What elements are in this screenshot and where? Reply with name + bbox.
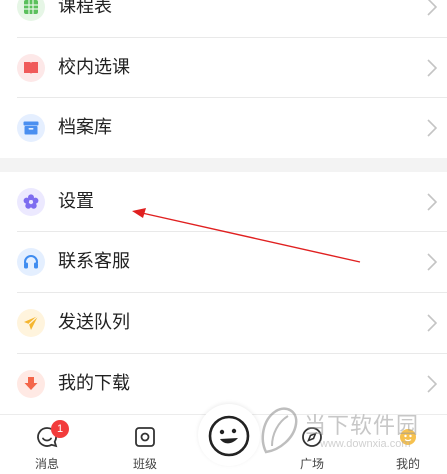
menu-item-customer-service[interactable]: 联系客服 bbox=[0, 232, 447, 292]
menu-item-label: 联系客服 bbox=[58, 251, 130, 272]
menu-item-label: 校内选课 bbox=[58, 57, 130, 78]
archive-box-icon bbox=[17, 114, 45, 142]
calendar-grid-icon bbox=[17, 0, 45, 21]
watermark-url: www.downxia.com bbox=[320, 438, 411, 450]
chevron-right-icon bbox=[427, 193, 437, 211]
menu-item-settings[interactable]: 设置 bbox=[0, 172, 447, 232]
chevron-right-icon bbox=[427, 253, 437, 271]
menu-item-send-queue[interactable]: 发送队列 bbox=[0, 293, 447, 353]
tab-label: 消息 bbox=[34, 457, 59, 471]
flower-gear-icon bbox=[17, 188, 45, 216]
menu-item-label: 设置 bbox=[58, 191, 94, 212]
watermark-title: 当下软件园 bbox=[304, 414, 420, 439]
chevron-right-icon bbox=[427, 314, 437, 332]
class-square-icon bbox=[135, 427, 155, 447]
menu-item-archive[interactable]: 档案库 bbox=[0, 98, 447, 158]
menu-item-label: 档案库 bbox=[58, 117, 112, 138]
download-icon bbox=[17, 370, 45, 398]
open-book-icon bbox=[17, 54, 45, 82]
watermark: 当下软件园 www.downxia.com bbox=[258, 404, 447, 464]
menu-item-label: 我的下载 bbox=[58, 373, 130, 394]
paper-plane-icon bbox=[17, 309, 45, 337]
chevron-right-icon bbox=[427, 59, 437, 77]
tab-messages[interactable]: 1 消息 bbox=[17, 415, 77, 474]
smiley-center-icon bbox=[208, 415, 250, 457]
section-gap bbox=[0, 158, 447, 172]
tab-class[interactable]: 班级 bbox=[115, 415, 175, 474]
menu-item-schedule[interactable]: 课程表 bbox=[0, 0, 447, 37]
headset-icon bbox=[17, 248, 45, 276]
unread-badge: 1 bbox=[51, 420, 69, 438]
chevron-right-icon bbox=[427, 375, 437, 393]
watermark-logo-icon bbox=[261, 407, 298, 454]
menu-item-course-selection[interactable]: 校内选课 bbox=[0, 38, 447, 98]
chevron-right-icon bbox=[427, 0, 437, 16]
menu-item-label: 发送队列 bbox=[58, 312, 130, 333]
center-action-button[interactable] bbox=[198, 404, 260, 466]
menu-item-label: 课程表 bbox=[58, 0, 112, 17]
chevron-right-icon bbox=[427, 119, 437, 137]
tab-label: 班级 bbox=[132, 457, 157, 471]
